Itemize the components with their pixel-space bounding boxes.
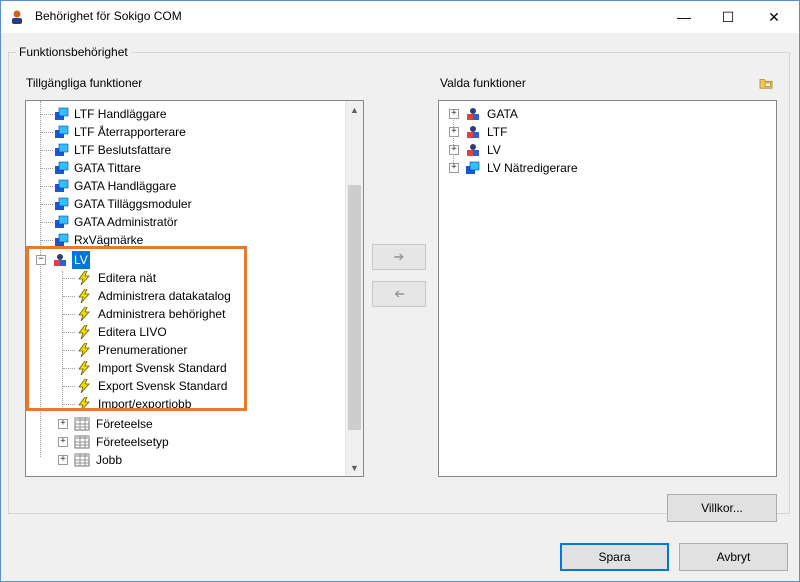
arrow-right-icon: ➔ xyxy=(393,249,405,264)
scroll-thumb[interactable] xyxy=(348,185,361,430)
user-icon xyxy=(12,10,22,24)
available-functions-label: Tillgängliga funktioner xyxy=(26,76,143,90)
minimize-button[interactable]: — xyxy=(661,1,707,33)
scroll-up-icon[interactable]: ▲ xyxy=(346,101,363,118)
title-bar: Behörighet för Sokigo COM — ☐ ✕ xyxy=(1,1,799,33)
expand-icon[interactable]: + xyxy=(449,145,459,155)
arrow-left-icon: ➔ xyxy=(393,286,405,301)
role-icon xyxy=(466,161,480,174)
group-icon xyxy=(467,108,479,120)
scroll-down-icon[interactable]: ▼ xyxy=(346,459,363,476)
expand-icon[interactable]: + xyxy=(58,437,68,447)
save-button[interactable]: Spara xyxy=(560,543,669,571)
remove-button[interactable]: ➔ xyxy=(372,281,426,307)
expand-icon[interactable]: + xyxy=(58,455,68,465)
role-icon xyxy=(55,143,69,156)
expand-icon[interactable]: + xyxy=(449,127,459,137)
expand-icon[interactable]: + xyxy=(449,109,459,119)
annotation-highlight xyxy=(26,246,247,411)
table-icon xyxy=(74,435,90,449)
group-label: Funktionsbehörighet xyxy=(16,45,131,59)
vertical-scrollbar[interactable]: ▲ ▼ xyxy=(345,101,363,476)
villkor-button[interactable]: Villkor... xyxy=(667,494,777,522)
table-icon xyxy=(74,453,90,467)
role-icon xyxy=(55,197,69,210)
add-button[interactable]: ➔ xyxy=(372,244,426,270)
role-icon xyxy=(55,125,69,138)
role-icon xyxy=(55,215,69,228)
expand-icon[interactable]: + xyxy=(58,419,68,429)
folder-icon[interactable] xyxy=(758,77,774,89)
selected-functions-tree[interactable]: + GATA + LTF + LV + LV Nätredigerare xyxy=(438,100,777,477)
table-icon xyxy=(74,417,90,431)
group-icon xyxy=(467,144,479,156)
cancel-button[interactable]: Avbryt xyxy=(679,543,788,571)
role-icon xyxy=(55,161,69,174)
role-icon xyxy=(55,233,69,246)
role-icon xyxy=(55,179,69,192)
window-title: Behörighet för Sokigo COM xyxy=(35,9,182,23)
expand-icon[interactable]: + xyxy=(449,163,459,173)
selected-functions-label: Valda funktioner xyxy=(440,76,526,90)
close-button[interactable]: ✕ xyxy=(751,1,797,33)
group-icon xyxy=(467,126,479,138)
maximize-button[interactable]: ☐ xyxy=(705,1,751,33)
role-icon xyxy=(55,107,69,120)
